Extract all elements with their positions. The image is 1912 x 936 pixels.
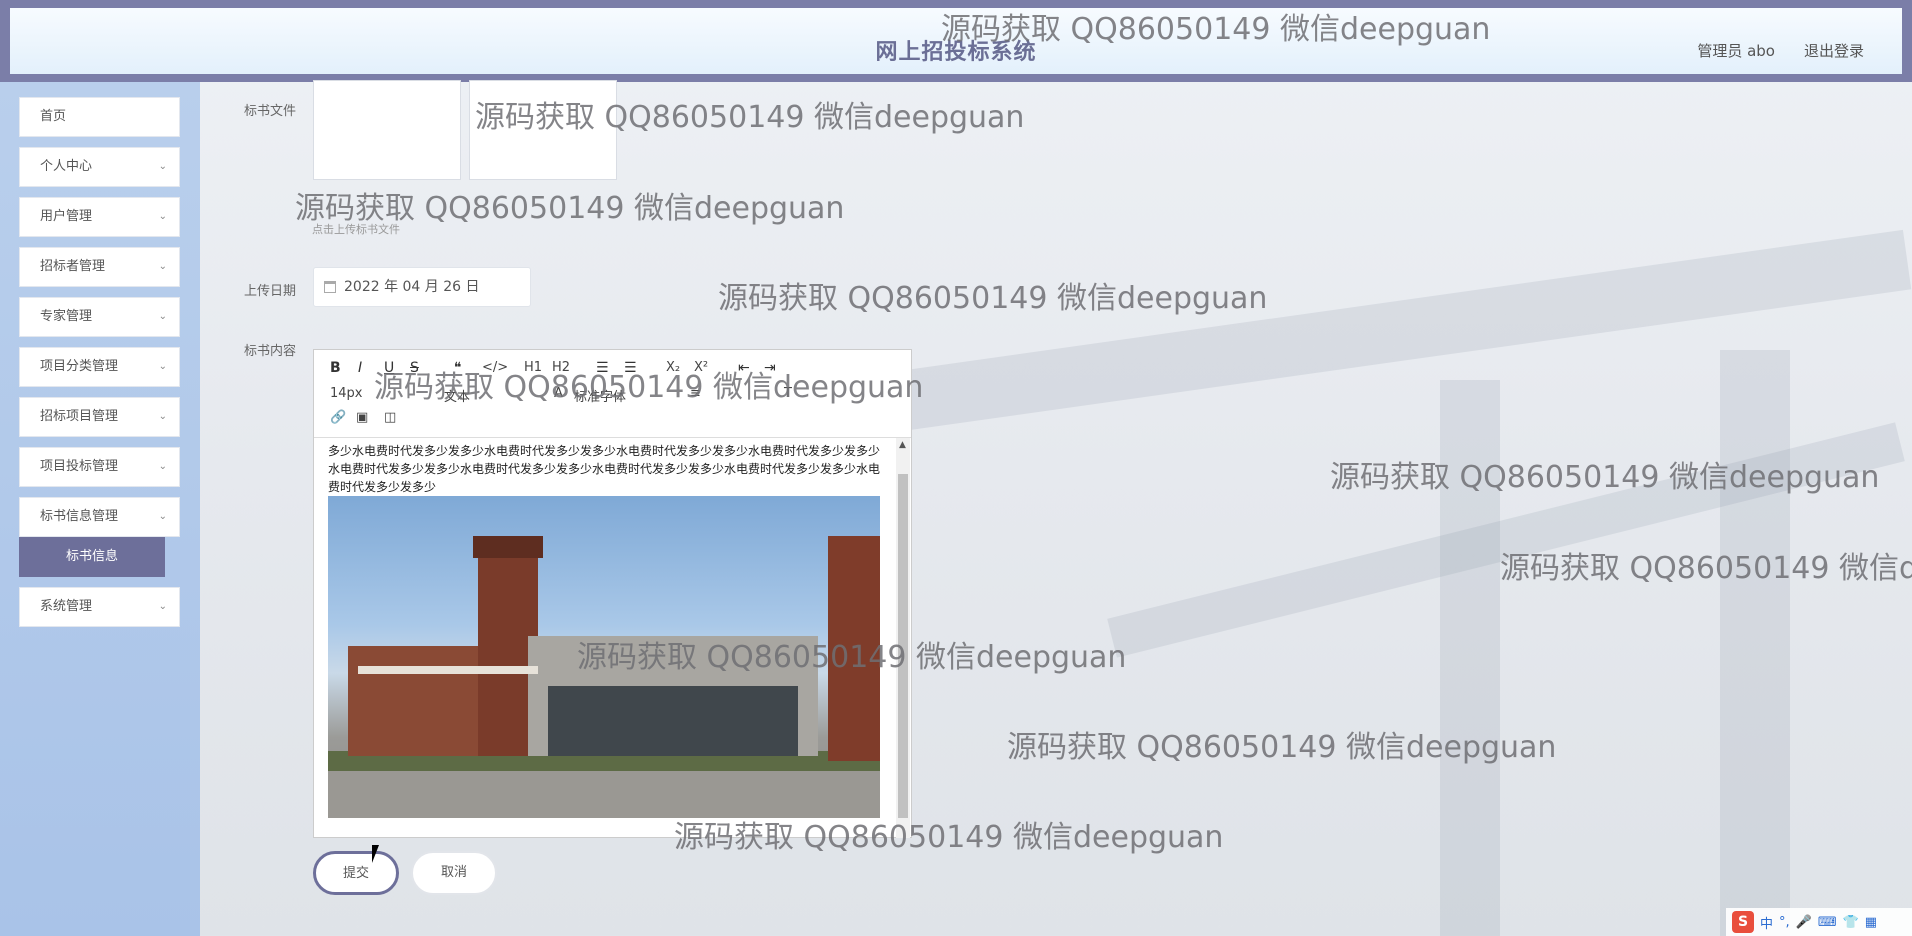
ime-logo-icon[interactable]: S [1732,911,1754,933]
sidebar-item-label: 系统管理 [40,599,93,614]
chevron-down-icon: ⌄ [158,461,167,472]
date-value: 2022 年 04 月 26 日 [344,279,480,295]
bullet-list-button[interactable]: ☰ [624,360,637,376]
chevron-down-icon: ⌄ [158,261,167,272]
sidebar-item-label: 专家管理 [40,309,93,324]
editor-text: 多少水电费时代发多少发多少水电费时代发多少发多少水电费时代发多少发多少水电费时代… [328,444,881,494]
chevron-down-icon: ⌄ [158,601,167,612]
sidebar-item-label: 项目投标管理 [40,459,119,474]
rich-text-editor[interactable]: B I U S ❝ </> H1 H2 ☰ ☰ X₂ X² ⇤ ⇥ 14px 文… [313,349,912,838]
chevron-down-icon: ⌄ [158,361,167,372]
superscript-button[interactable]: X² [694,360,708,375]
sidebar-item-expert-management[interactable]: 专家管理 ⌄ [19,297,180,337]
chevron-down-icon: ⌄ [158,161,167,172]
chevron-down-icon: ⌄ [158,211,167,222]
date-label: 上传日期 [244,284,297,299]
sidebar-item-label: 项目分类管理 [40,359,119,374]
skin-icon[interactable]: 👕 [1843,915,1859,930]
quote-button[interactable]: ❝ [454,360,462,376]
bold-button[interactable]: B [330,360,341,376]
watermark: 源码获取 QQ86050149 微信deepguan [1500,551,1912,586]
upload-box-preview[interactable] [313,80,461,180]
sidebar-item-label: 首页 [40,109,67,124]
sidebar-item-label: 招标项目管理 [40,409,119,424]
sidebar-item-label: 用户管理 [40,209,93,224]
sidebar-item-bid-doc-info[interactable]: 标书信息管理 ⌄ [19,497,180,537]
sidebar-item-project-category[interactable]: 项目分类管理 ⌄ [19,347,180,387]
header-bar: 网上招投标系统 管理员 abo 退出登录 [10,8,1902,74]
user-info: 管理员 abo [1697,42,1775,60]
mouse-cursor-icon [372,845,379,863]
sidebar: 首页 个人中心 ⌄ 用户管理 ⌄ 招标者管理 ⌄ 专家管理 ⌄ 项目分类管理 ⌄… [0,82,200,936]
watermark: 源码获取 QQ86050149 微信deepguan [1007,730,1557,765]
indent-button[interactable]: ⇥ [764,360,776,376]
editor-toolbar: B I U S ❝ </> H1 H2 ☰ ☰ X₂ X² ⇤ ⇥ 14px 文… [314,350,911,438]
sidebar-subitem-bid-doc[interactable]: 标书信息 [19,537,165,577]
clear-format-icon[interactable]: T [784,386,792,401]
ime-tray: S 中 °, 🎤 ⌨ 👕 ▦ [1726,908,1912,936]
editor-scrollbar[interactable]: ▲ [896,438,910,838]
sidebar-item-label: 招标者管理 [40,259,106,274]
h2-button[interactable]: H2 [552,360,570,375]
font-style-select[interactable]: 文本 [444,386,470,405]
sidebar-item-personal-center[interactable]: 个人中心 ⌄ [19,147,180,187]
upload-hint: 点击上传标书文件 [312,223,400,236]
header: 网上招投标系统 管理员 abo 退出登录 [0,0,1912,82]
text-color-icon[interactable]: A [554,386,563,401]
underline-button[interactable]: U [384,360,394,376]
subscript-button[interactable]: X₂ [666,360,680,375]
watermark: 源码获取 QQ86050149 微信deepguan [718,281,1268,316]
keyboard-icon[interactable]: ⌨ [1818,915,1837,930]
italic-button[interactable]: I [358,360,362,376]
cancel-button[interactable]: 取消 [411,851,497,895]
editor-content[interactable]: 多少水电费时代发多少发多少水电费时代发多少发多少水电费时代发多少发多少水电费时代… [314,438,911,838]
logout-link[interactable]: 退出登录 [1804,40,1864,61]
sidebar-item-bidder-management[interactable]: 招标者管理 ⌄ [19,247,180,287]
sidebar-item-project-bid[interactable]: 项目投标管理 ⌄ [19,447,180,487]
chevron-down-icon: ⌄ [158,511,167,522]
file-label: 标书文件 [244,104,297,119]
date-input[interactable]: 2022 年 04 月 26 日 [313,267,531,307]
watermark: 源码获取 QQ86050149 微信deepguan [1330,460,1880,495]
font-family-select[interactable]: 标准字体 [574,386,626,405]
punctuation-icon[interactable]: °, [1779,915,1790,930]
strike-button[interactable]: S [410,360,419,376]
sidebar-item-system[interactable]: 系统管理 ⌄ [19,587,180,627]
scrollbar-thumb[interactable] [898,474,908,818]
image-icon[interactable]: ▣ [356,410,368,425]
background [0,0,1912,936]
sidebar-item-user-management[interactable]: 用户管理 ⌄ [19,197,180,237]
submit-button[interactable]: 提交 [313,851,399,895]
align-icon[interactable]: ≡ [690,386,701,401]
calendar-icon [324,281,336,293]
ordered-list-button[interactable]: ☰ [596,360,609,376]
chevron-down-icon: ⌄ [158,311,167,322]
app-title: 网上招投标系统 [875,40,1037,65]
font-size-select[interactable]: 14px [330,386,363,401]
h1-button[interactable]: H1 [524,360,542,375]
sidebar-item-label: 标书信息管理 [40,509,119,524]
video-icon[interactable]: ◫ [384,410,396,425]
scroll-up-icon[interactable]: ▲ [899,440,906,450]
sidebar-item-tender-project[interactable]: 招标项目管理 ⌄ [19,397,180,437]
sidebar-item-home[interactable]: 首页 [19,97,180,137]
content-label: 标书内容 [244,344,297,359]
link-icon[interactable]: 🔗 [330,410,346,425]
code-button[interactable]: </> [482,360,508,375]
ime-language[interactable]: 中 [1760,913,1773,932]
upload-box-add[interactable] [469,80,617,180]
outdent-button[interactable]: ⇤ [738,360,750,376]
building-image [328,496,880,818]
sidebar-item-label: 个人中心 [40,159,93,174]
chevron-down-icon: ⌄ [158,411,167,422]
microphone-icon[interactable]: 🎤 [1796,915,1812,930]
toolbox-icon[interactable]: ▦ [1865,915,1877,930]
